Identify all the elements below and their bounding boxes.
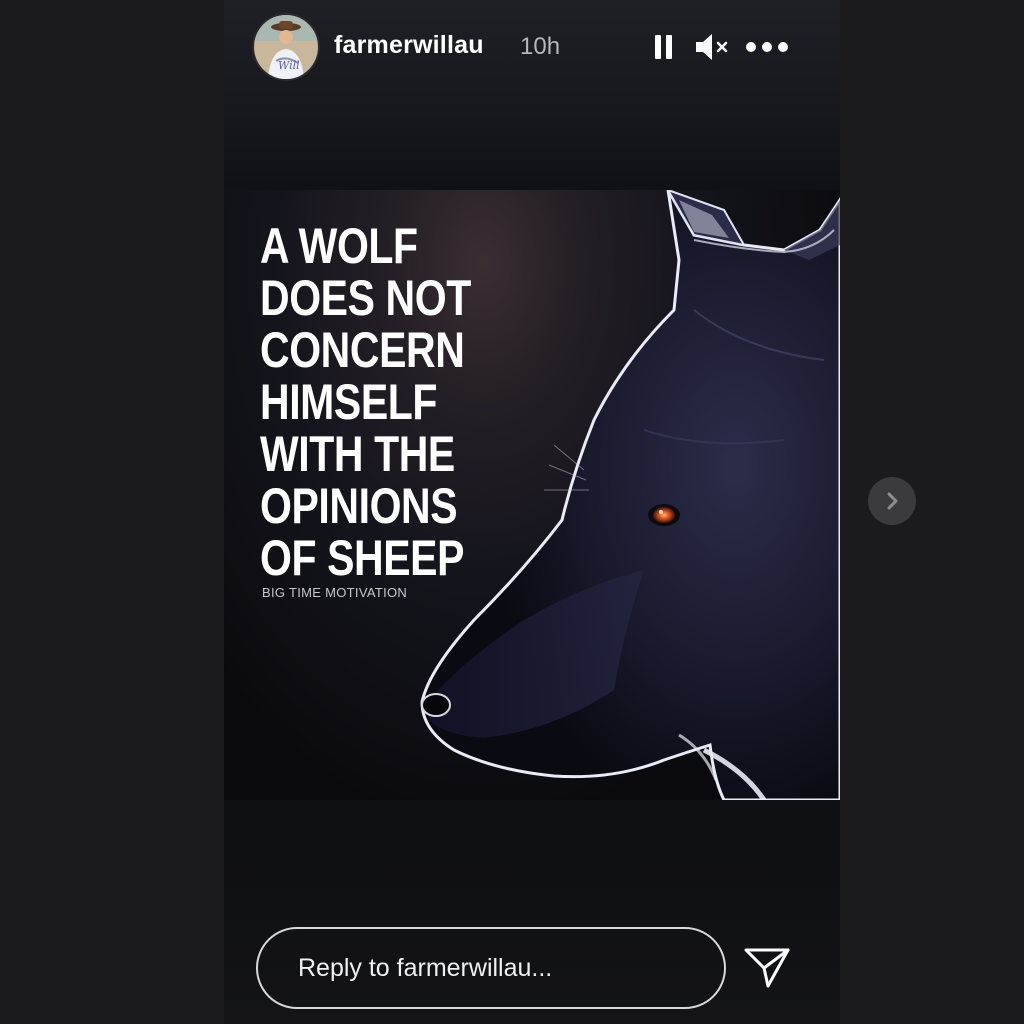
- pause-icon: [655, 35, 672, 59]
- more-dots-icon: [746, 42, 788, 52]
- mute-button[interactable]: [692, 28, 732, 66]
- speaker-muted-icon: [696, 34, 728, 60]
- story-viewer: Will farmerwillau 10h A WOLF DOES NOT CO…: [0, 0, 1024, 1024]
- chevron-right-icon: [887, 492, 898, 510]
- send-button[interactable]: [742, 944, 792, 992]
- svg-text:Will: Will: [278, 59, 300, 72]
- story-post-image: A WOLF DOES NOT CONCERN HIMSELF WITH THE…: [224, 190, 840, 800]
- wolf-eye: [653, 507, 675, 523]
- quote-credit: BIG TIME MOTIVATION: [262, 585, 408, 600]
- more-options-button[interactable]: [742, 28, 792, 66]
- username[interactable]: farmerwillau: [334, 31, 484, 60]
- story-frame[interactable]: Will farmerwillau 10h A WOLF DOES NOT CO…: [224, 0, 840, 1024]
- quote-text: A WOLF DOES NOT CONCERN HIMSELF WITH THE…: [260, 218, 471, 586]
- reply-input[interactable]: [256, 927, 726, 1009]
- next-story-button[interactable]: [868, 477, 916, 525]
- story-header: Will farmerwillau 10h: [224, 0, 840, 96]
- pause-button[interactable]: [650, 28, 678, 66]
- avatar-image: Will: [254, 15, 318, 79]
- send-icon: [744, 948, 790, 988]
- post-time: 10h: [520, 33, 561, 60]
- avatar[interactable]: Will: [254, 15, 318, 79]
